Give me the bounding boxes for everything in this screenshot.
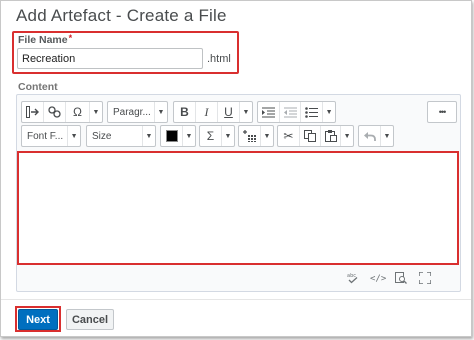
fullscreen-icon[interactable]	[418, 271, 432, 286]
paragraph-select-value: Paragr...	[108, 102, 155, 122]
insert-quicklink-button[interactable]	[44, 102, 66, 122]
text-color-picker[interactable]: ▼	[160, 125, 196, 147]
file-name-label: File Name*	[18, 33, 73, 46]
footer-divider	[1, 299, 471, 300]
content-edit-area[interactable]	[17, 151, 459, 265]
preview-icon[interactable]	[394, 272, 408, 286]
required-marker: *	[68, 33, 73, 43]
insert-table-button[interactable]	[239, 126, 261, 146]
chevron-down-icon: ▼	[157, 108, 165, 116]
insert-group: Ω ▼	[21, 101, 103, 123]
file-name-input[interactable]	[17, 48, 203, 69]
chevron-down-icon: ▼	[325, 108, 333, 116]
cut-button[interactable]: ✂	[278, 126, 300, 146]
outdent-button[interactable]	[280, 102, 302, 122]
copy-icon	[304, 130, 317, 142]
indent-button[interactable]	[258, 102, 280, 122]
color-dropdown[interactable]: ▼	[183, 126, 195, 146]
paste-dropdown[interactable]: ▼	[341, 126, 353, 146]
insert-stuff-icon	[26, 106, 39, 118]
file-name-label-text: File Name	[18, 34, 68, 46]
equation-dropdown[interactable]: ▼	[222, 126, 234, 146]
bold-button[interactable]: B	[174, 102, 196, 122]
svg-text:abc: abc	[347, 273, 356, 279]
editor-status-bar: abc </>	[346, 271, 446, 287]
spellcheck-icon[interactable]: abc	[346, 272, 360, 286]
source-code-icon[interactable]: </>	[370, 274, 386, 284]
size-select[interactable]: Size ▼	[86, 125, 156, 147]
undo-button[interactable]	[359, 126, 381, 146]
dialog-title: Add Artefact - Create a File	[16, 6, 227, 25]
list-dropdown[interactable]: ▼	[323, 102, 335, 122]
quicklink-icon	[48, 106, 61, 118]
undo-group: ▼	[358, 125, 394, 147]
file-extension: .html	[207, 53, 231, 65]
color-swatch-button[interactable]	[161, 126, 183, 146]
ellipsis-icon: •••	[438, 107, 446, 117]
chevron-down-icon: ▼	[224, 132, 232, 140]
scissors-icon: ✂	[283, 129, 294, 143]
next-button[interactable]: Next	[18, 309, 58, 330]
undo-icon	[364, 131, 376, 141]
chevron-down-icon: ▼	[70, 132, 78, 140]
format-dropdown[interactable]: ▼	[240, 102, 252, 122]
content-label: Content	[18, 81, 58, 93]
create-file-dialog: Add Artefact - Create a File File Name* …	[0, 0, 472, 337]
chevron-down-icon: ▼	[343, 132, 351, 140]
omega-icon: Ω	[73, 105, 82, 119]
font-family-dropdown[interactable]: ▼	[68, 126, 80, 146]
copy-button[interactable]	[300, 126, 322, 146]
size-dropdown[interactable]: ▼	[143, 126, 155, 146]
chevron-down-icon: ▼	[185, 132, 193, 140]
clipboard-group: ✂ ▼	[277, 125, 354, 147]
insert-stuff-button[interactable]	[22, 102, 44, 122]
size-select-value: Size	[87, 126, 143, 146]
table-icon	[243, 130, 256, 142]
chevron-down-icon: ▼	[242, 108, 250, 116]
undo-dropdown[interactable]: ▼	[381, 126, 393, 146]
equation-group: Σ ▼	[199, 125, 235, 147]
format-group: B I U ▼	[173, 101, 253, 123]
table-group: ▼	[238, 125, 274, 147]
symbol-dropdown[interactable]: ▼	[90, 102, 102, 122]
table-dropdown[interactable]: ▼	[261, 126, 273, 146]
outdent-icon	[283, 107, 297, 117]
underline-button[interactable]: U	[218, 102, 240, 122]
bullet-list-button[interactable]	[301, 102, 324, 122]
italic-button[interactable]: I	[196, 102, 218, 122]
indent-icon	[261, 107, 275, 117]
more-actions-button[interactable]: •••	[427, 101, 457, 123]
paste-button[interactable]	[321, 126, 342, 146]
chevron-down-icon: ▼	[145, 132, 153, 140]
equation-button[interactable]: Σ	[200, 126, 222, 146]
chevron-down-icon: ▼	[263, 132, 271, 140]
font-family-select[interactable]: Font F... ▼	[21, 125, 81, 147]
paste-icon	[324, 130, 337, 142]
paragraph-select[interactable]: Paragr... ▼	[107, 101, 168, 123]
font-family-select-value: Font F...	[22, 126, 69, 146]
bullet-list-icon	[305, 106, 319, 118]
chevron-down-icon: ▼	[92, 108, 100, 116]
list-group: ▼	[257, 101, 336, 123]
chevron-down-icon: ▼	[383, 132, 391, 140]
cancel-button[interactable]: Cancel	[66, 309, 114, 330]
paragraph-dropdown[interactable]: ▼	[155, 102, 167, 122]
color-swatch	[165, 130, 178, 142]
insert-symbol-button[interactable]: Ω	[66, 102, 90, 122]
